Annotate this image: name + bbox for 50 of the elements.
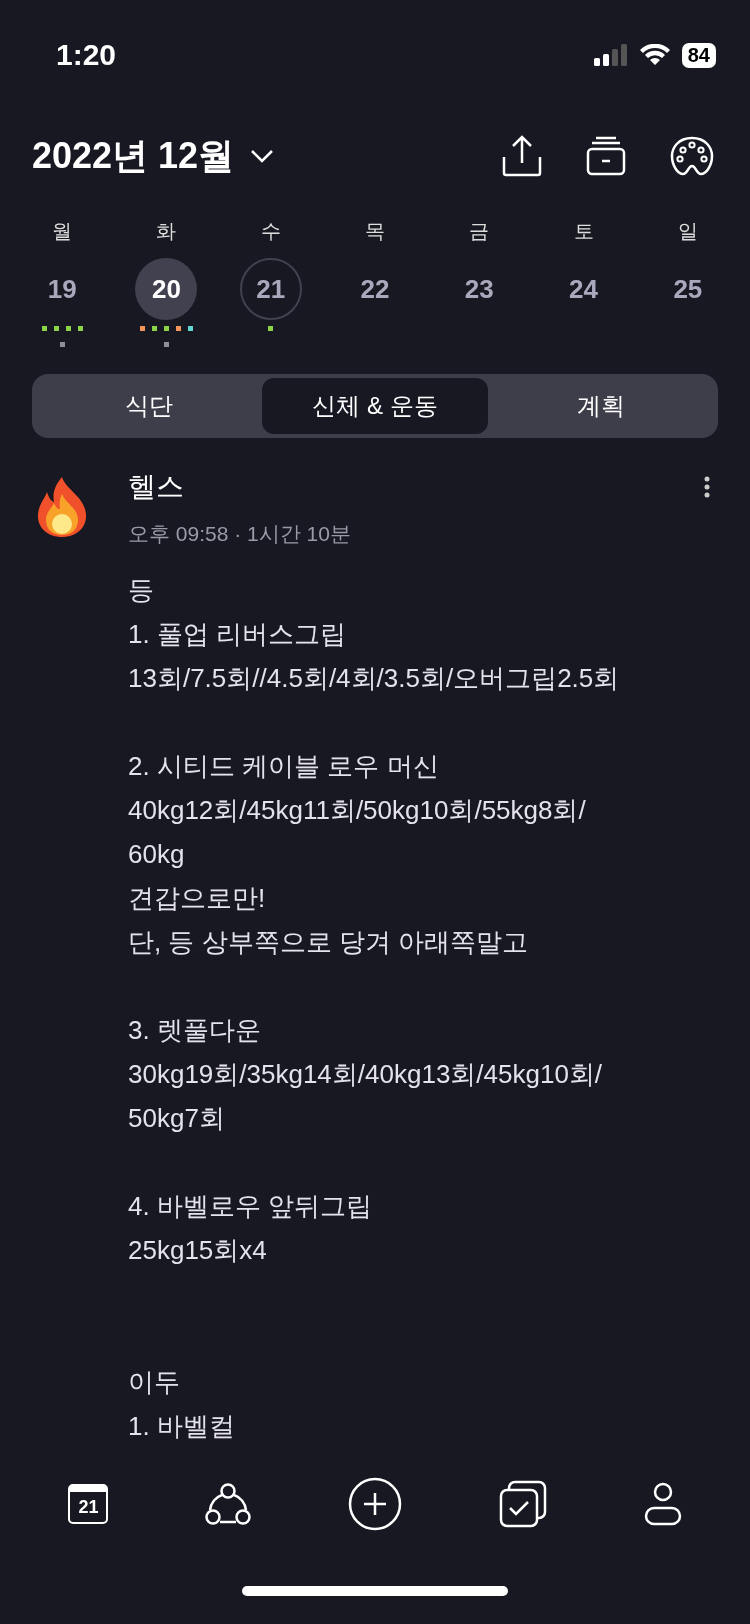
note-line: 견갑으로만! [128, 882, 267, 915]
note-line: 2. 시티드 케이블 로우 머신 [128, 750, 440, 783]
note-line: 4. 바벨로우 앞뒤그립 [128, 1190, 374, 1223]
profile-icon[interactable] [643, 1482, 682, 1526]
add-icon[interactable] [348, 1477, 402, 1531]
note-line: 50kg7회 [128, 1102, 226, 1135]
chevron-down-icon[interactable] [250, 149, 275, 163]
weekday-label: 일 [677, 219, 698, 244]
date-cell[interactable]: 25 [656, 258, 719, 320]
tab[interactable]: 계획 [488, 378, 714, 434]
weekday-label: 월 [52, 219, 73, 244]
community-icon[interactable] [205, 1482, 252, 1526]
note-line: 1. 풀업 리버스그립 [128, 618, 348, 651]
checklist-icon[interactable] [498, 1480, 547, 1528]
weekday-label: 금 [469, 219, 490, 244]
note-line: 30kg19회/35kg14회/40kg13회/45kg10회/ [128, 1058, 604, 1091]
date-cell[interactable]: 23 [448, 258, 511, 320]
note-line: 등 [128, 574, 155, 607]
palette-icon[interactable] [670, 136, 714, 176]
weekday-label: 토 [573, 219, 594, 244]
date-cell[interactable]: 19 [31, 258, 94, 320]
note-line: 13회/7.5회//4.5회/4회/3.5회/오버그립2.5회 [128, 662, 621, 695]
status-time: 1:20 [56, 38, 117, 72]
calendar-icon[interactable]: 21 [68, 1484, 109, 1524]
tab[interactable]: 식단 [36, 378, 262, 434]
signal-icon [593, 44, 628, 66]
battery-indicator: 84 [681, 42, 716, 68]
note-line: 25kg15회x4 [128, 1234, 268, 1267]
entry-time: 오후 09:58 · 1시간 10분 [128, 521, 352, 547]
month-title[interactable]: 2022년 12월 [32, 131, 235, 181]
weekday-label: 수 [260, 219, 281, 244]
archive-box-icon[interactable] [586, 136, 626, 176]
note-line: 단, 등 상부쪽으로 당겨 아래쪽말고 [128, 926, 530, 959]
note-line: 40kg12회/45kg11회/50kg10회/55kg8회/ [128, 794, 587, 827]
weekday-label: 목 [365, 219, 385, 244]
tab[interactable]: 신체 & 운동 [262, 378, 488, 434]
weekday-label: 화 [156, 219, 177, 244]
more-options-icon[interactable] [704, 476, 710, 498]
date-cell[interactable]: 21 [239, 258, 302, 320]
entry-title: 헬스 [128, 470, 184, 504]
date-cell[interactable]: 22 [344, 258, 406, 320]
wifi-icon [639, 44, 670, 66]
fire-icon [36, 476, 88, 538]
share-icon[interactable] [502, 135, 542, 177]
note-line: 이두 [128, 1366, 181, 1399]
date-cell[interactable]: 20 [135, 258, 198, 320]
note-line: 60kg [128, 838, 186, 871]
date-cell[interactable]: 24 [552, 258, 615, 320]
note-line: 3. 렛풀다운 [128, 1014, 262, 1047]
note-line: 1. 바벨컬 [128, 1410, 236, 1443]
